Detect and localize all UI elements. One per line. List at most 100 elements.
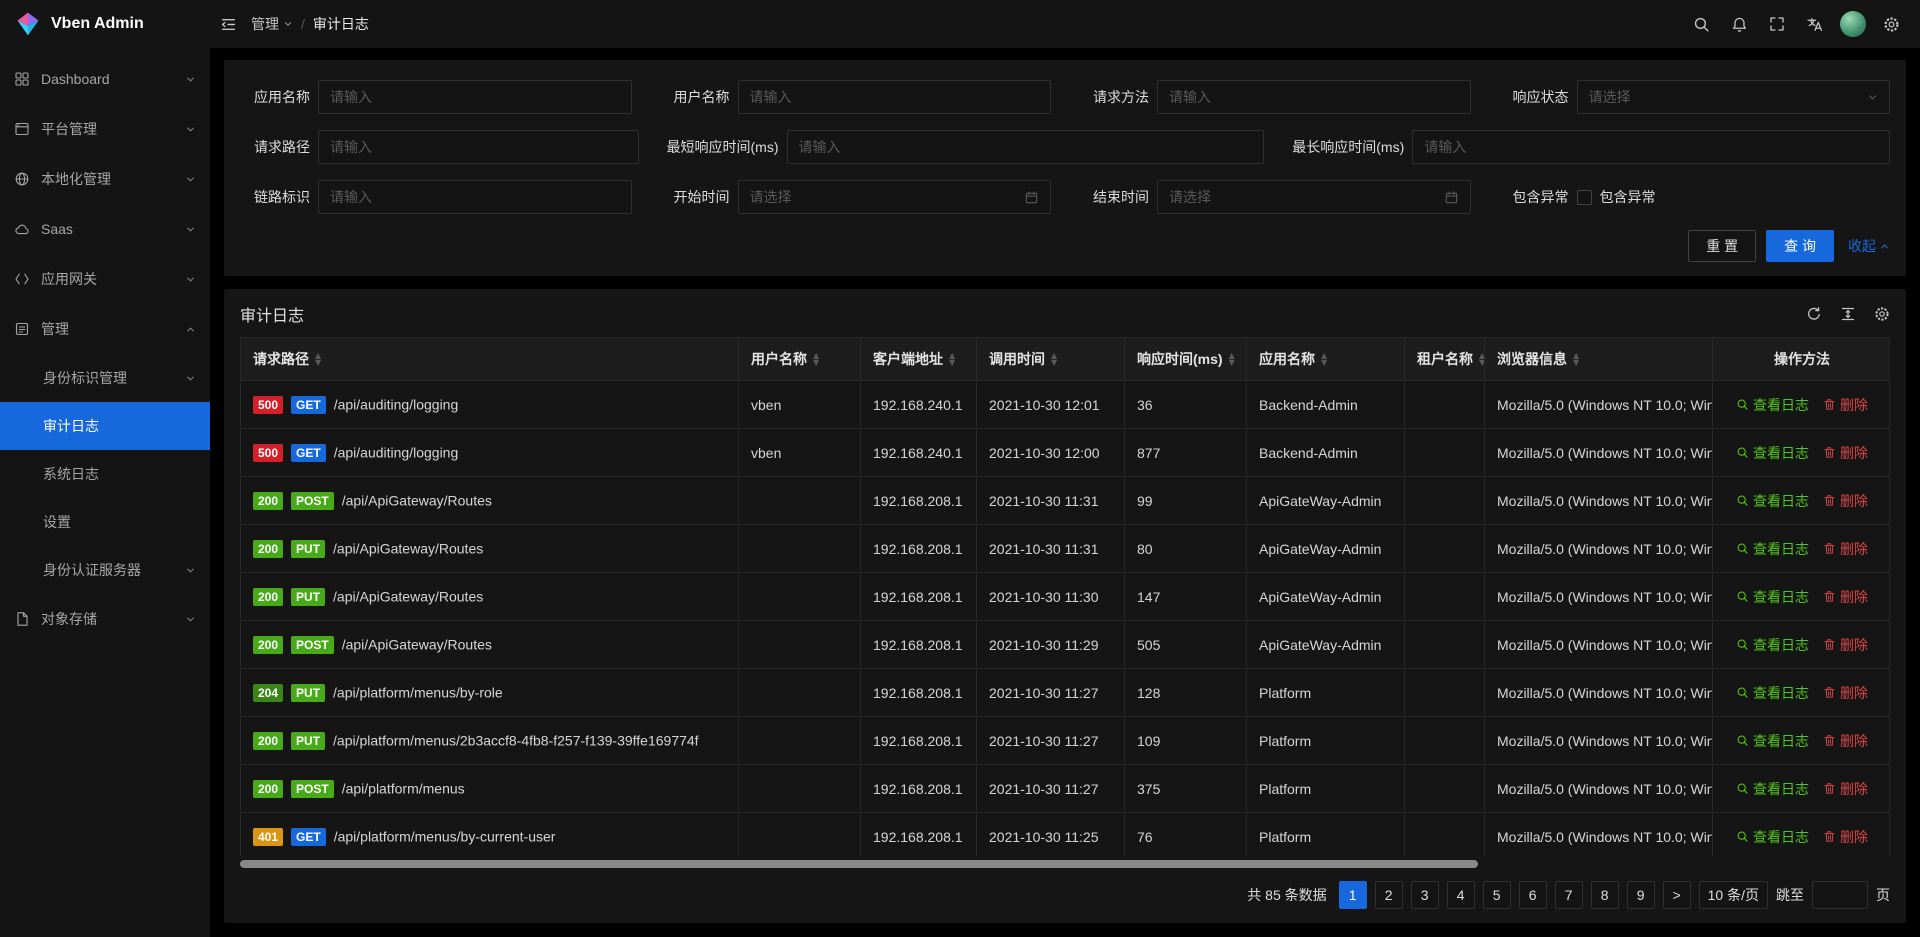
sidebar-item-label: 对象存储 xyxy=(41,609,185,629)
breadcrumb-item-parent[interactable]: 管理 xyxy=(251,14,293,34)
sidebar-subitem-settings[interactable]: 设置 xyxy=(0,498,210,546)
settings-gear-icon[interactable] xyxy=(1879,12,1904,37)
delete-button[interactable]: 删除 xyxy=(1823,587,1868,607)
view-log-button[interactable]: 查看日志 xyxy=(1736,539,1809,559)
column-header-client-address[interactable]: 客户端地址▲▼ xyxy=(861,338,977,381)
translate-icon[interactable] xyxy=(1802,12,1827,37)
sort-icon[interactable]: ▲▼ xyxy=(1573,352,1579,366)
breadcrumb: 管理 / 审计日志 xyxy=(251,14,369,34)
bell-icon[interactable] xyxy=(1727,12,1752,37)
view-log-button[interactable]: 查看日志 xyxy=(1736,491,1809,511)
chevron-down-icon xyxy=(1867,92,1878,103)
column-settings-icon[interactable] xyxy=(1874,306,1890,322)
page-button-3[interactable]: 3 xyxy=(1411,881,1439,909)
view-log-button[interactable]: 查看日志 xyxy=(1736,683,1809,703)
view-log-button[interactable]: 查看日志 xyxy=(1736,443,1809,463)
sidebar-subitem-auth-server[interactable]: 身份认证服务器 xyxy=(0,546,210,594)
delete-button[interactable]: 删除 xyxy=(1823,779,1868,799)
sidebar-item-platform-management[interactable]: 平台管理 xyxy=(0,104,210,154)
request-path-text: /api/ApiGateway/Routes xyxy=(333,589,483,605)
sidebar-item-object-storage[interactable]: 对象存储 xyxy=(0,594,210,644)
http-method-input[interactable] xyxy=(1157,80,1471,114)
trace-id-input[interactable] xyxy=(318,180,632,214)
pagination-total: 共 85 条数据 xyxy=(1247,885,1326,905)
collapse-link[interactable]: 收起 xyxy=(1848,236,1890,256)
view-log-button[interactable]: 查看日志 xyxy=(1736,731,1809,751)
filter-field-max-response-time: 最长响应时间(ms) xyxy=(1292,130,1890,164)
refresh-icon[interactable] xyxy=(1806,306,1822,322)
scrollbar-thumb[interactable] xyxy=(240,860,1478,868)
filter-label: 请求方法 xyxy=(1079,87,1149,107)
max-response-time-input[interactable] xyxy=(1412,130,1890,164)
column-label: 操作方法 xyxy=(1774,349,1830,369)
delete-button[interactable]: 删除 xyxy=(1823,443,1868,463)
delete-button[interactable]: 删除 xyxy=(1823,683,1868,703)
menu-fold-icon[interactable] xyxy=(216,12,241,37)
column-header-app-name[interactable]: 应用名称▲▼ xyxy=(1247,338,1405,381)
view-log-button[interactable]: 查看日志 xyxy=(1736,635,1809,655)
search-button[interactable]: 查 询 xyxy=(1766,230,1834,262)
cell-client-address: 192.168.208.1 xyxy=(861,525,977,573)
user-name-input[interactable] xyxy=(738,80,1052,114)
collapse-label: 收起 xyxy=(1848,236,1876,256)
page-size-select[interactable]: 10 条/页 xyxy=(1699,881,1768,909)
page-button-7[interactable]: 7 xyxy=(1555,881,1583,909)
has-exception-checkbox[interactable] xyxy=(1577,190,1592,205)
sidebar-item-app-gateway[interactable]: 应用网关 xyxy=(0,254,210,304)
filter-label: 应用名称 xyxy=(240,87,310,107)
page-button-8[interactable]: 8 xyxy=(1591,881,1619,909)
column-header-browser-info[interactable]: 浏览器信息▲▼ xyxy=(1485,338,1713,381)
content: 应用名称 用户名称 请求方法 响应状态请选择 请求路径 最短响应时间(ms) 最… xyxy=(210,48,1920,937)
sidebar-item-saas[interactable]: Saas xyxy=(0,204,210,254)
page-jump-input[interactable] xyxy=(1812,881,1868,909)
delete-button[interactable]: 删除 xyxy=(1823,395,1868,415)
avatar[interactable] xyxy=(1840,11,1866,37)
start-time-picker[interactable]: 请选择 xyxy=(738,180,1052,214)
sort-icon[interactable]: ▲▼ xyxy=(315,352,321,366)
delete-button[interactable]: 删除 xyxy=(1823,539,1868,559)
page-button-4[interactable]: 4 xyxy=(1447,881,1475,909)
request-path-input[interactable] xyxy=(318,130,639,164)
logo[interactable]: Vben Admin xyxy=(0,0,210,48)
column-header-request-path[interactable]: 请求路径▲▼ xyxy=(241,338,739,381)
next-page-button[interactable]: > xyxy=(1663,881,1691,909)
delete-button[interactable]: 删除 xyxy=(1823,635,1868,655)
sidebar-subitem-audit-log[interactable]: 审计日志 xyxy=(0,402,210,450)
reset-button[interactable]: 重 置 xyxy=(1688,230,1756,262)
column-header-user-name[interactable]: 用户名称▲▼ xyxy=(739,338,861,381)
app-name-input[interactable] xyxy=(318,80,632,114)
page-button-2[interactable]: 2 xyxy=(1375,881,1403,909)
sort-icon[interactable]: ▲▼ xyxy=(813,352,819,366)
sort-icon[interactable]: ▲▼ xyxy=(1229,352,1235,366)
sidebar-item-dashboard[interactable]: Dashboard xyxy=(0,54,210,104)
sidebar-item-localization-management[interactable]: 本地化管理 xyxy=(0,154,210,204)
view-log-button[interactable]: 查看日志 xyxy=(1736,779,1809,799)
column-header-tenant-name[interactable]: 租户名称▲▼ xyxy=(1405,338,1485,381)
page-button-5[interactable]: 5 xyxy=(1483,881,1511,909)
page-button-1[interactable]: 1 xyxy=(1339,881,1367,909)
page-button-9[interactable]: 9 xyxy=(1627,881,1655,909)
sort-icon[interactable]: ▲▼ xyxy=(1051,352,1057,366)
end-time-picker[interactable]: 请选择 xyxy=(1157,180,1471,214)
delete-button[interactable]: 删除 xyxy=(1823,491,1868,511)
sort-icon[interactable]: ▲▼ xyxy=(949,352,955,366)
horizontal-scrollbar[interactable] xyxy=(240,860,1890,869)
view-log-button[interactable]: 查看日志 xyxy=(1736,827,1809,847)
search-icon[interactable] xyxy=(1689,12,1714,37)
http-status-select[interactable]: 请选择 xyxy=(1577,80,1891,114)
delete-button[interactable]: 删除 xyxy=(1823,731,1868,751)
min-response-time-input[interactable] xyxy=(787,130,1265,164)
fullscreen-icon[interactable] xyxy=(1765,12,1789,36)
row-height-icon[interactable] xyxy=(1840,306,1856,322)
view-log-button[interactable]: 查看日志 xyxy=(1736,587,1809,607)
sidebar-subitem-system-log[interactable]: 系统日志 xyxy=(0,450,210,498)
sidebar-subitem-identity-management[interactable]: 身份标识管理 xyxy=(0,354,210,402)
page-button-6[interactable]: 6 xyxy=(1519,881,1547,909)
column-header-response-time[interactable]: 响应时间(ms)▲▼ xyxy=(1125,338,1247,381)
sort-icon[interactable]: ▲▼ xyxy=(1321,352,1327,366)
view-log-button[interactable]: 查看日志 xyxy=(1736,395,1809,415)
sidebar-item-management[interactable]: 管理 xyxy=(0,304,210,354)
delete-button[interactable]: 删除 xyxy=(1823,827,1868,847)
column-header-call-time[interactable]: 调用时间▲▼ xyxy=(977,338,1125,381)
cell-user-name xyxy=(739,813,861,856)
